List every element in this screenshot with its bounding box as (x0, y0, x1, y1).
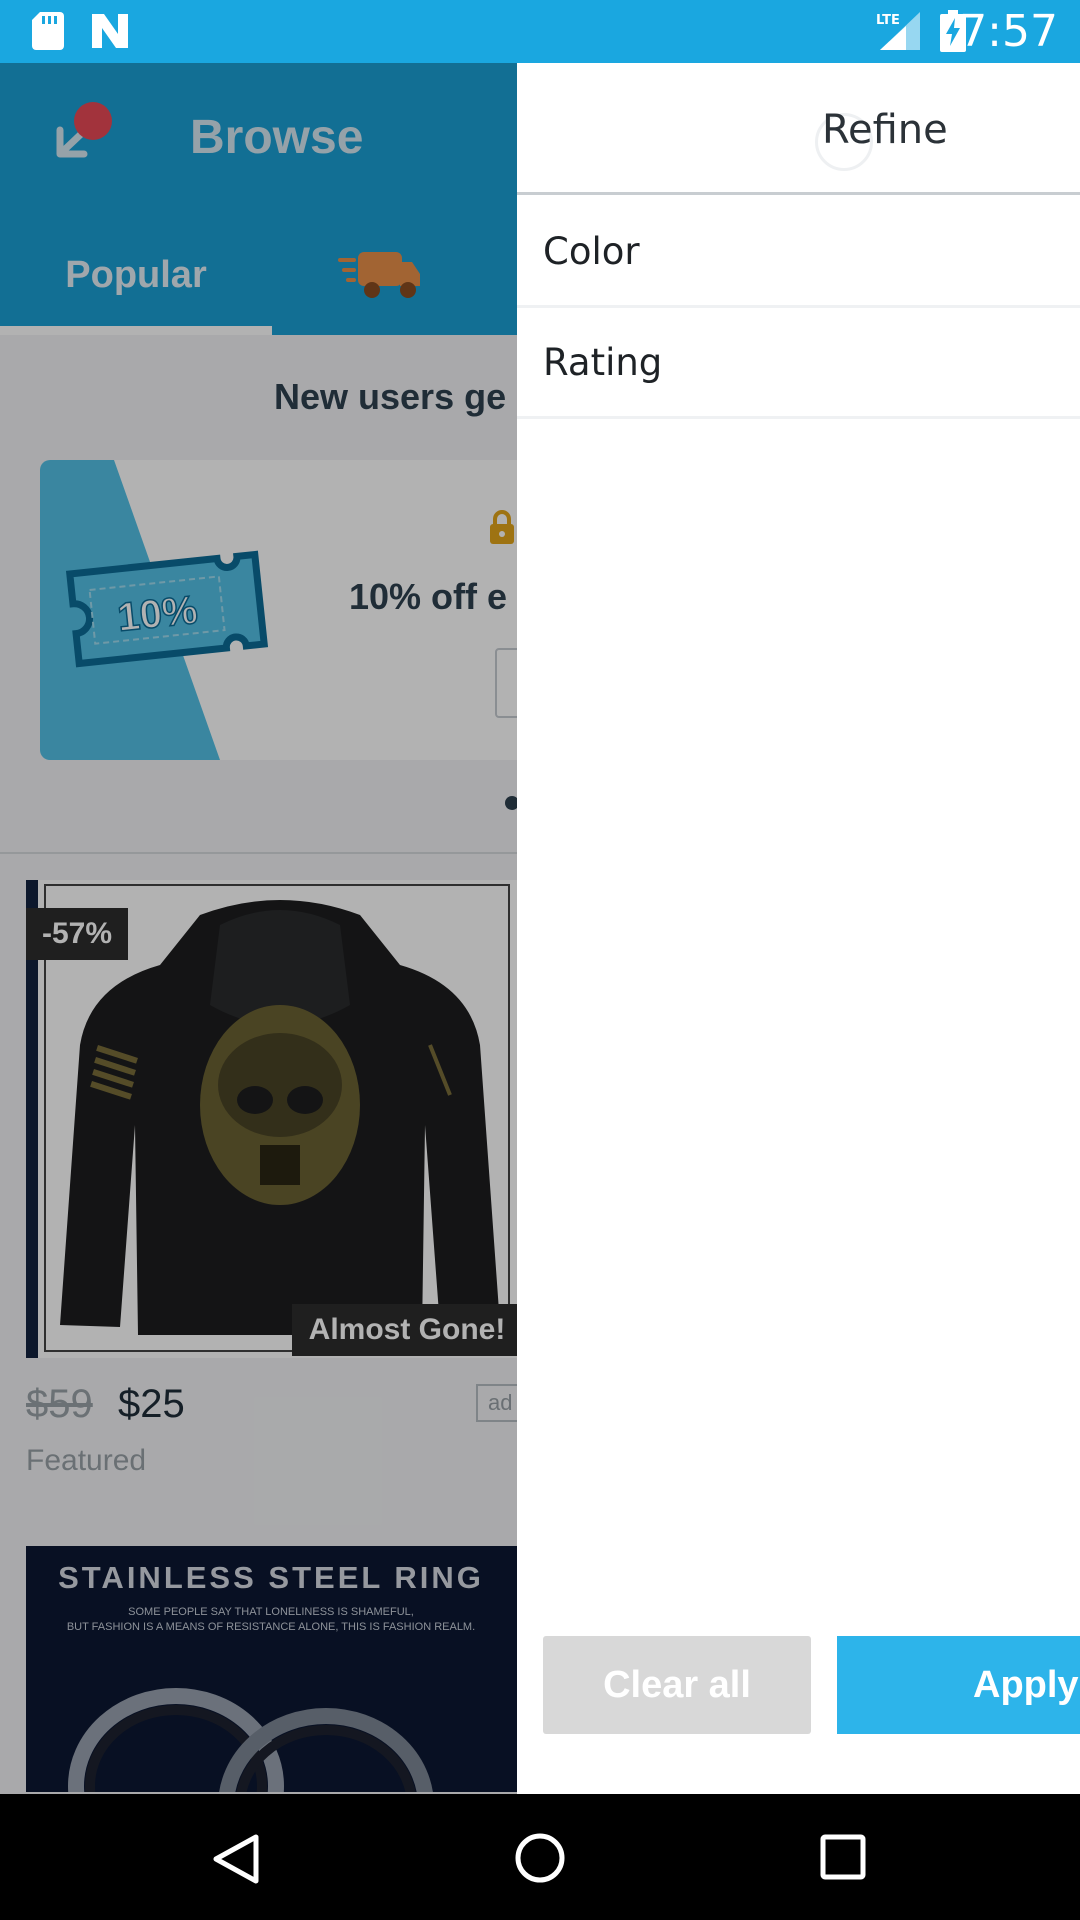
filter-color[interactable]: Color (517, 198, 1080, 308)
drawer-header: Refine (517, 63, 1080, 195)
recents-nav-icon[interactable] (820, 1834, 866, 1880)
status-time: 7:57 (959, 6, 1058, 57)
apply-button[interactable]: Apply (837, 1636, 1080, 1734)
drawer-title: Refine (822, 107, 948, 153)
clear-all-button[interactable]: Clear all (543, 1636, 811, 1734)
filter-label: Color (543, 230, 640, 273)
screen: LTE 7:57 Browse Popular New users ge 10%… (0, 0, 1080, 1920)
filter-rating[interactable]: Rating (517, 309, 1080, 419)
filter-label: Rating (543, 341, 663, 384)
back-nav-icon[interactable] (212, 1834, 260, 1884)
status-bar: LTE 7:57 (0, 0, 1080, 63)
navigation-bar (0, 1794, 1080, 1920)
n-notification-icon (92, 14, 128, 48)
svg-text:LTE: LTE (876, 13, 900, 28)
lte-signal-icon: LTE (876, 12, 920, 50)
refine-drawer: Refine Color Rating Clear all Apply (517, 63, 1080, 1794)
sd-card-icon (32, 12, 64, 50)
home-nav-icon[interactable] (514, 1832, 566, 1884)
